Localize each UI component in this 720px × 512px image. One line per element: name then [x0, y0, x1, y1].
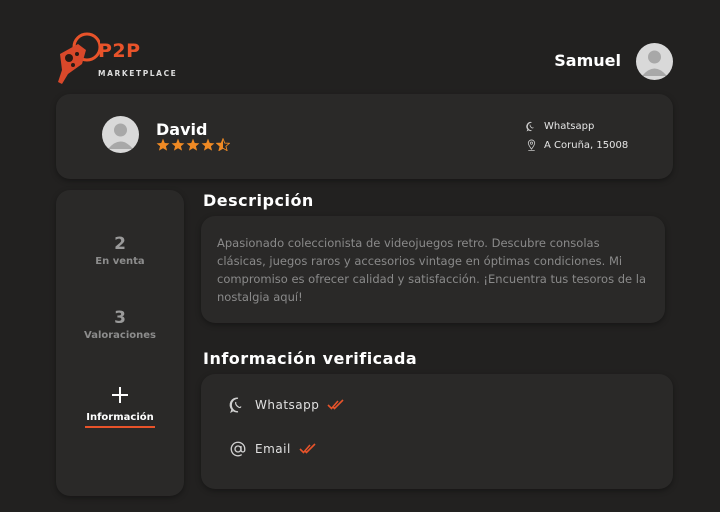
star-filled-icon — [186, 138, 200, 151]
description-card: Apasionado coleccionista de videojuegos … — [201, 216, 665, 323]
description-heading: Descripción — [203, 191, 314, 210]
star-filled-icon — [171, 138, 185, 151]
tab-information-label: Información — [86, 412, 154, 423]
plus-icon — [111, 386, 129, 404]
active-tab-underline — [85, 426, 155, 428]
verified-info-card: Whatsapp Email — [201, 374, 673, 489]
user-avatar-icon — [642, 50, 667, 76]
seller-rating — [156, 138, 230, 151]
stat-items-for-sale[interactable]: 2 En venta — [56, 234, 184, 267]
seller-contact-whatsapp: Whatsapp — [526, 121, 594, 132]
user-avatar-icon — [108, 123, 133, 149]
brand-name: P2P — [98, 40, 141, 62]
description-text: Apasionado coleccionista de videojuegos … — [217, 236, 646, 304]
gamepad-logo-icon — [58, 32, 100, 84]
double-check-icon — [299, 443, 316, 454]
verified-item-whatsapp: Whatsapp — [229, 396, 345, 414]
seller-profile-card: David Whatsapp A Coruña, 15008 — [56, 94, 673, 179]
stat-value: 2 — [114, 234, 126, 254]
location-pin-icon — [527, 139, 536, 151]
stat-label: En venta — [95, 256, 145, 267]
whatsapp-icon — [526, 121, 534, 132]
seller-contact-location: A Coruña, 15008 — [526, 139, 628, 151]
verified-item-label: Email — [255, 442, 291, 456]
brand-logo[interactable]: P2P MARKETPLACE — [56, 30, 186, 86]
current-user-avatar[interactable] — [636, 43, 673, 80]
stat-value: 3 — [114, 308, 126, 328]
at-sign-icon — [230, 441, 246, 457]
tab-information[interactable]: Información — [56, 386, 184, 428]
stat-ratings[interactable]: 3 Valoraciones — [56, 308, 184, 341]
seller-contact-label: Whatsapp — [544, 121, 595, 132]
star-filled-icon — [201, 138, 215, 151]
current-user-name[interactable]: Samuel — [554, 51, 621, 70]
verified-item-label: Whatsapp — [255, 398, 320, 412]
star-filled-icon — [156, 138, 170, 151]
verified-info-heading: Información verificada — [203, 349, 418, 368]
stat-label: Valoraciones — [84, 330, 156, 341]
seller-name: David — [156, 120, 208, 139]
double-check-icon — [327, 399, 344, 410]
seller-avatar — [102, 116, 139, 153]
verified-item-email: Email — [229, 440, 317, 458]
brand-tagline: MARKETPLACE — [98, 69, 178, 78]
star-half-icon — [216, 138, 230, 151]
seller-location-label: A Coruña, 15008 — [544, 139, 629, 151]
whatsapp-icon — [229, 397, 242, 414]
profile-sidebar: 2 En venta 3 Valoraciones Información — [56, 190, 184, 496]
